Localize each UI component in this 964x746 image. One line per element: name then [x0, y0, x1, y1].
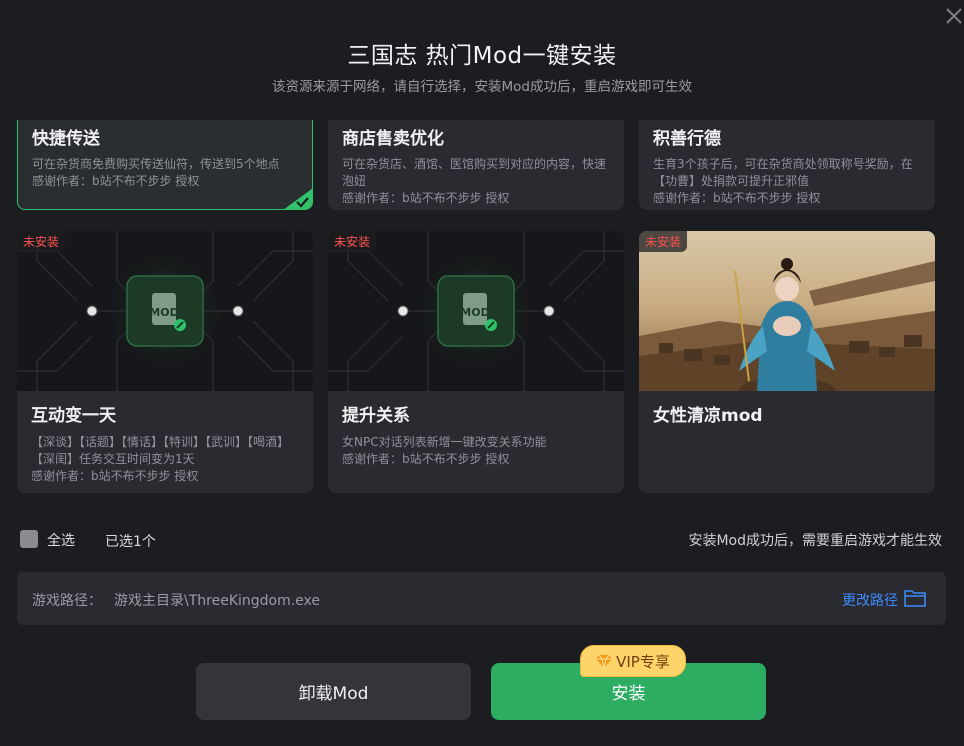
selected-check-icon	[284, 188, 312, 209]
mod-thumbnail: MOD	[328, 231, 624, 391]
game-path-label: 游戏路径：	[32, 593, 102, 609]
page-subtitle: 该资源来源于网络，请自行选择，安装Mod成功后，重启游戏即可生效	[272, 79, 692, 95]
mod-name: 快捷传送	[32, 129, 100, 149]
mod-card-female-outfit[interactable]: 未安装 女性清凉mod	[639, 231, 935, 493]
change-path-link[interactable]: 更改路径	[842, 590, 898, 610]
mod-author: 感谢作者：b站不布不步步 授权	[32, 174, 200, 188]
mod-desc: 生育3个孩子后，可在杂货商处领取称号奖励，在【功曹】处捐款可提升正邪值	[653, 157, 913, 188]
character-artwork	[639, 231, 935, 391]
mod-name: 商店售卖优化	[342, 129, 444, 149]
uninstall-button[interactable]: 卸载Mod	[196, 663, 471, 720]
diamond-icon	[596, 654, 613, 668]
mod-desc: 女NPC对话列表新增一键改变关系功能	[342, 435, 547, 449]
mod-card-shop-optimize[interactable]: 商店售卖优化 可在杂货店、酒馆、医馆购买到对应的内容，快速泡妞 感谢作者：b站不…	[328, 120, 624, 210]
circuit-graphic: MOD	[17, 231, 313, 391]
status-badge: 未安装	[328, 231, 377, 252]
circuit-graphic: MOD	[328, 231, 624, 391]
close-icon	[946, 8, 962, 24]
page-title: 三国志 热门Mod一键安装	[347, 43, 617, 69]
vip-label: VIP专享	[616, 652, 670, 671]
mod-name: 女性清凉mod	[653, 406, 763, 426]
mod-author: 感谢作者：b站不布不步步 授权	[31, 469, 199, 483]
selection-bar: 全选 已选1个 安装Mod成功后，需要重启游戏才能生效	[20, 528, 944, 552]
mod-card-interaction-one-day[interactable]: MOD 未安装 互动变一天 【深谈】【话题】【情话】【特训】【武训】【喝酒】【深…	[17, 231, 313, 493]
mod-author: 感谢作者：b站不布不步步 授权	[342, 452, 510, 466]
thumb-mod-label: MOD	[460, 306, 489, 319]
mod-card-good-deeds[interactable]: 积善行德 生育3个孩子后，可在杂货商处领取称号奖励，在【功曹】处捐款可提升正邪值…	[639, 120, 935, 210]
mod-card-quick-teleport[interactable]: 快捷传送 可在杂货商免费购买传送仙符，传送到5个地点 感谢作者：b站不布不步步 …	[17, 120, 313, 210]
selected-count: 已选1个	[105, 534, 156, 550]
select-all-checkbox[interactable]	[20, 530, 38, 548]
select-all-label[interactable]: 全选	[47, 530, 75, 550]
game-path-bar: 游戏路径： 游戏主目录\ThreeKingdom.exe 更改路径	[17, 572, 946, 625]
mod-thumbnail	[639, 231, 935, 391]
mod-grid-top-row: 快捷传送 可在杂货商免费购买传送仙符，传送到5个地点 感谢作者：b站不布不步步 …	[17, 120, 935, 210]
mod-author: 感谢作者：b站不布不步步 授权	[342, 191, 510, 205]
vip-tag: VIP专享	[580, 645, 686, 677]
thumb-mod-label: MOD	[149, 306, 178, 319]
mod-desc: 【深谈】【话题】【情话】【特训】【武训】【喝酒】【深闺】任务交互时间变为1天	[31, 435, 290, 466]
mod-desc: 可在杂货商免费购买传送仙符，传送到5个地点	[32, 157, 280, 171]
close-button[interactable]	[942, 4, 964, 26]
status-badge: 未安装	[639, 231, 688, 252]
restart-note: 安装Mod成功后，需要重启游戏才能生效	[688, 533, 942, 549]
mod-card-improve-relation[interactable]: MOD 未安装 提升关系 女NPC对话列表新增一键改变关系功能 感谢作者：b站不…	[328, 231, 624, 493]
status-badge: 未安装	[17, 231, 66, 252]
folder-icon[interactable]	[904, 588, 926, 608]
mod-name: 提升关系	[342, 406, 410, 426]
game-path-value: 游戏主目录\ThreeKingdom.exe	[114, 593, 321, 609]
mod-name: 互动变一天	[31, 406, 116, 426]
mod-thumbnail: MOD	[17, 231, 313, 391]
mod-grid-row: MOD 未安装 互动变一天 【深谈】【话题】【情话】【特训】【武训】【喝酒】【深…	[17, 231, 935, 493]
mod-name: 积善行德	[653, 129, 721, 149]
mod-author: 感谢作者：b站不布不步步 授权	[653, 191, 821, 205]
mod-desc: 可在杂货店、酒馆、医馆购买到对应的内容，快速泡妞	[342, 157, 607, 188]
